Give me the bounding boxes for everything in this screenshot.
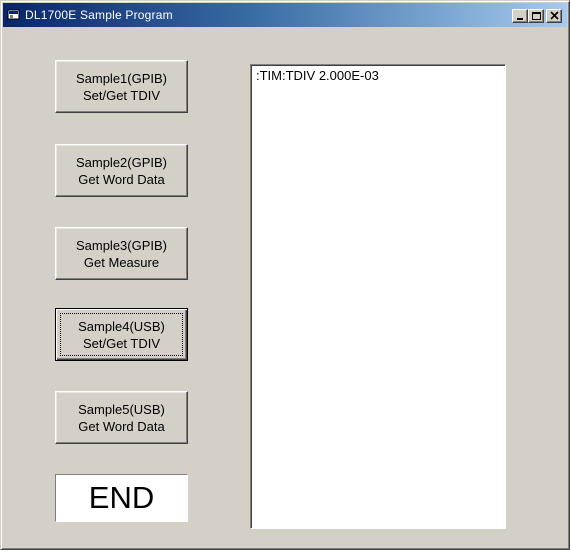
output-textbox[interactable]: :TIM:TDIV 2.000E-03	[250, 64, 506, 529]
minimize-icon	[517, 18, 523, 20]
sample2-gpib-button[interactable]: Sample2(GPIB) Get Word Data	[55, 144, 188, 197]
minimize-button[interactable]	[512, 9, 528, 23]
program-icon[interactable]	[7, 8, 21, 21]
maximize-icon	[532, 12, 541, 20]
button-label-line1: Sample1(GPIB)	[75, 70, 168, 86]
sample5-usb-button[interactable]: Sample5(USB) Get Word Data	[55, 391, 188, 444]
maximize-button[interactable]	[528, 9, 544, 23]
button-label-line2: Set/Get TDIV	[82, 335, 161, 351]
main-window: DL1700E Sample Program Sample1(GPIB) Set…	[0, 0, 570, 550]
window-title: DL1700E Sample Program	[25, 8, 173, 22]
button-label-line1: Sample2(GPIB)	[75, 154, 168, 170]
sample3-gpib-button[interactable]: Sample3(GPIB) Get Measure	[55, 227, 188, 280]
end-label[interactable]: END	[55, 474, 188, 522]
button-label-line1: Sample4(USB)	[78, 318, 165, 334]
title-bar[interactable]: DL1700E Sample Program	[3, 3, 567, 27]
sample1-gpib-button[interactable]: Sample1(GPIB) Set/Get TDIV	[55, 60, 188, 113]
close-button[interactable]	[546, 9, 562, 23]
sample4-usb-button[interactable]: Sample4(USB) Set/Get TDIV	[55, 308, 188, 361]
button-label-line2: Get Measure	[83, 254, 160, 270]
close-icon	[550, 11, 559, 20]
button-label-line1: Sample5(USB)	[78, 401, 165, 417]
button-label-line2: Set/Get TDIV	[82, 87, 161, 103]
button-label-line2: Get Word Data	[78, 171, 165, 187]
button-label-line1: Sample3(GPIB)	[75, 237, 168, 253]
button-label-line2: Get Word Data	[78, 418, 165, 434]
